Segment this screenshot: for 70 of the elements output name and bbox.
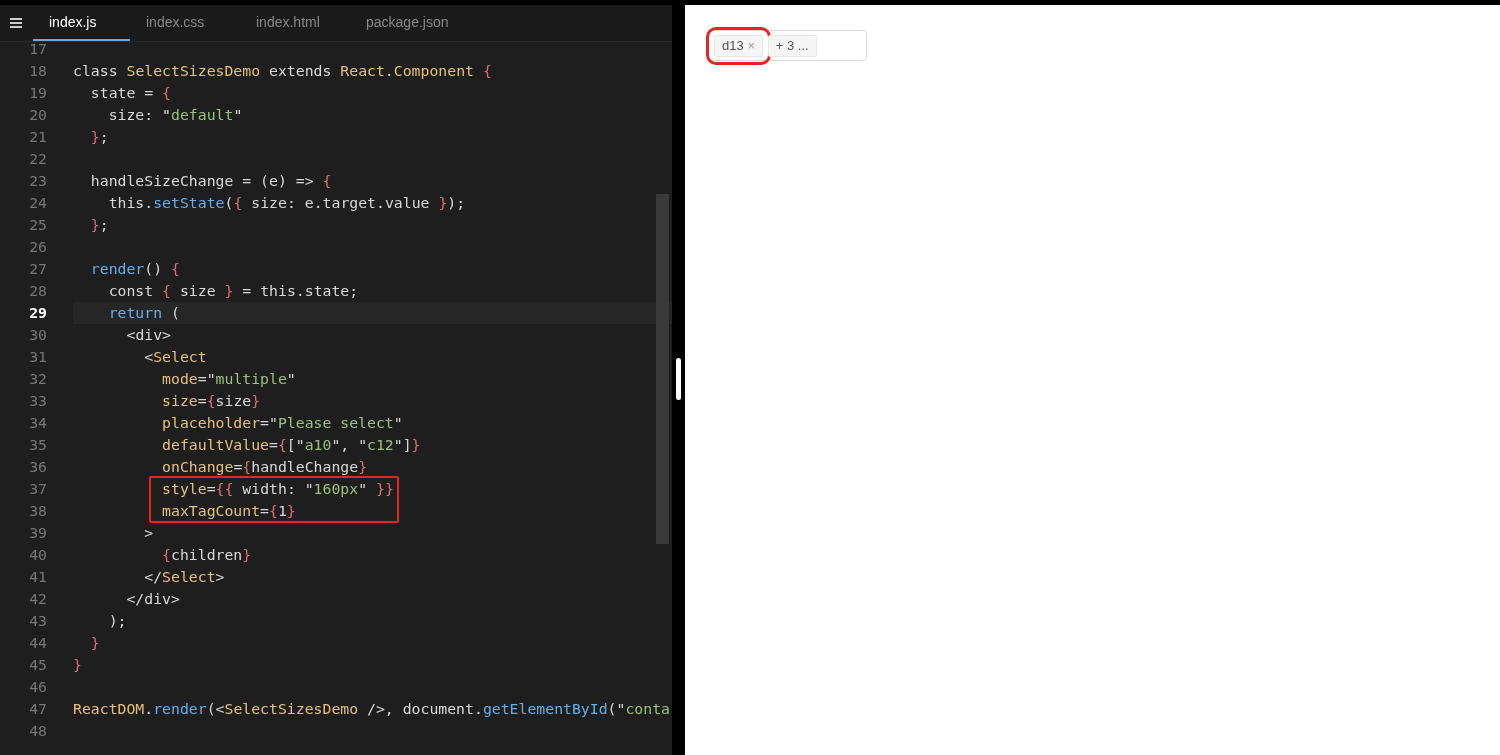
code-line: };: [90, 128, 109, 145]
code-line: handleSizeChange = (e) => {: [90, 172, 332, 189]
code-line: class SelectSizesDemo extends React.Component {: [73, 62, 492, 79]
line-number: 20: [28, 105, 47, 125]
code-line: return (: [108, 304, 180, 321]
code-line: size: "default": [108, 106, 243, 123]
line-number: 38: [28, 501, 47, 521]
line-number: 17: [28, 39, 47, 59]
code-line: onChange={handleChange}: [162, 458, 368, 475]
tag-label: d13: [722, 38, 744, 53]
line-number: 36: [28, 457, 47, 477]
line-number: 22: [28, 149, 47, 169]
line-number: 46: [28, 677, 47, 697]
line-number: 35: [28, 435, 47, 455]
code-line: render() {: [90, 260, 180, 277]
line-number: 29: [28, 303, 47, 323]
resize-handle[interactable]: [676, 358, 681, 400]
code-line: size={size}: [162, 392, 261, 409]
code-line: }: [90, 634, 100, 651]
code-line: );: [108, 612, 127, 629]
line-number: 19: [28, 83, 47, 103]
line-number: 34: [28, 413, 47, 433]
line-number: 47: [28, 699, 47, 719]
line-number: 33: [28, 391, 47, 411]
line-number: 25: [28, 215, 47, 235]
file-tab[interactable]: index.js: [33, 5, 130, 41]
code-line: <Select: [144, 348, 207, 365]
code-line: </div>: [126, 590, 180, 607]
code-line: };: [90, 216, 109, 233]
line-number: 27: [28, 259, 47, 279]
line-number: 43: [28, 611, 47, 631]
line-number: 48: [28, 721, 47, 741]
line-number: 32: [28, 369, 47, 389]
code-line: ReactDOM.render(<SelectSizesDemo />, document.getElementById("conta: [73, 700, 670, 717]
code-line: }: [73, 656, 82, 673]
code-line: placeholder="Please select": [162, 414, 403, 431]
code-line: this.setState({ size: e.target.value });: [108, 194, 466, 211]
code-line: defaultValue={["a10", "c12"]}: [162, 436, 421, 453]
multi-select-field[interactable]: d13 × + 3 ...: [707, 30, 867, 61]
file-tab[interactable]: index.css: [130, 5, 240, 41]
code-line: mode="multiple": [162, 370, 296, 387]
line-number: 30: [28, 325, 47, 345]
line-number: 21: [28, 127, 47, 147]
line-number: 40: [28, 545, 47, 565]
remove-tag-button[interactable]: ×: [747, 38, 755, 53]
code-line: {children}: [162, 546, 252, 563]
line-number: 39: [28, 523, 47, 543]
line-number: 28: [28, 281, 47, 301]
line-number: 23: [28, 171, 47, 191]
line-number: 26: [28, 237, 47, 257]
code-line: </Select>: [144, 568, 225, 585]
line-number: 44: [28, 633, 47, 653]
menu-icon[interactable]: [10, 18, 22, 28]
line-number: 31: [28, 347, 47, 367]
code-line: const { size } = this.state;: [108, 282, 359, 299]
file-tab[interactable]: package.json: [350, 5, 460, 41]
code-line: <div>: [126, 326, 172, 343]
line-number: 41: [28, 567, 47, 587]
line-number: 24: [28, 193, 47, 213]
code-line: maxTagCount={1}: [162, 502, 296, 519]
line-number: 42: [28, 589, 47, 609]
line-number: 45: [28, 655, 47, 675]
scrollbar-drawing[interactable]: [656, 194, 669, 544]
line-number: 37: [28, 479, 47, 499]
tag-label: + 3 ...: [775, 38, 809, 53]
code-line: >: [144, 524, 154, 541]
file-tab[interactable]: index.html: [240, 5, 350, 41]
line-number: 18: [28, 61, 47, 81]
code-line: style={{ width: "160px" }}: [162, 480, 394, 497]
code-line: state = {: [90, 84, 172, 101]
